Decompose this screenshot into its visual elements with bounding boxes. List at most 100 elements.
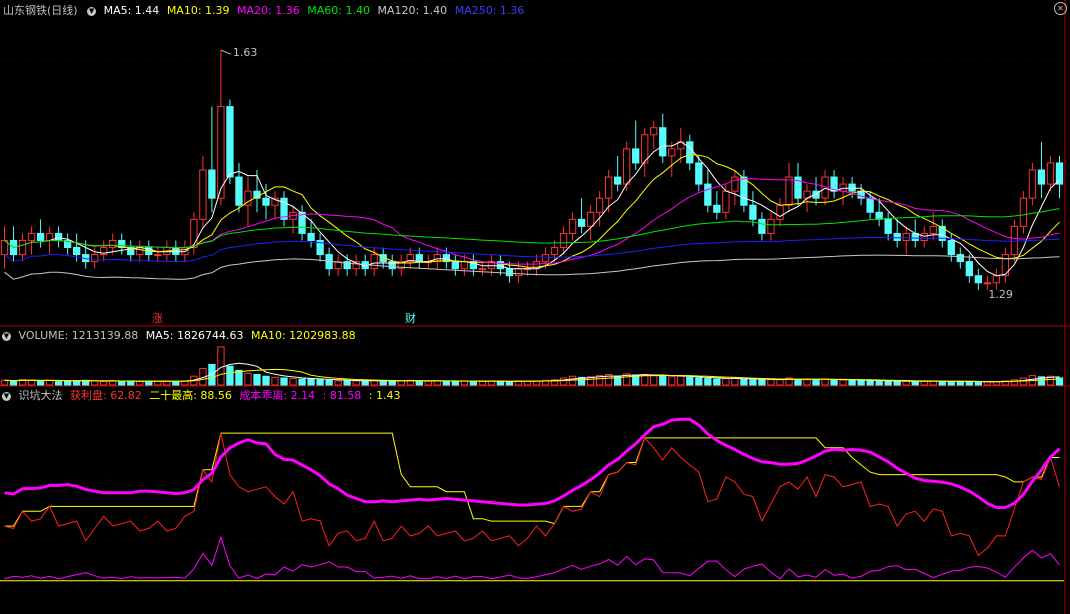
volume-bar: [713, 378, 721, 386]
profit-label: 获利盘: 62.82: [70, 389, 142, 402]
volume-bar: [857, 380, 865, 386]
candle-body: [208, 169, 216, 199]
candle-body: [1028, 169, 1037, 199]
volume-bar: [379, 380, 387, 386]
candle-body: [577, 218, 586, 227]
volume-bar: [794, 378, 802, 386]
chevron-down-icon[interactable]: ▼: [2, 391, 11, 401]
ma250-line: [4, 236, 1060, 263]
volume-bar: [343, 380, 351, 386]
candle-body: [262, 197, 270, 206]
volume-bar: [722, 378, 730, 386]
vol-ma5-label: MA5: 1826744.63: [145, 329, 244, 342]
candle-body: [974, 275, 982, 284]
volume-bar: [821, 378, 829, 386]
volume-bar: [965, 380, 973, 386]
candle-body: [559, 232, 568, 249]
volume-bar: [352, 380, 360, 386]
candle-body: [235, 176, 243, 206]
candle-body: [1046, 162, 1055, 185]
vol-ma10-line: [4, 368, 1060, 382]
high-pointer: [220, 49, 232, 55]
candle-body: [956, 254, 964, 263]
candle-body: [136, 247, 144, 256]
candle-body: [965, 261, 973, 277]
volume-bar: [27, 379, 36, 386]
candle-body: [496, 261, 505, 270]
volume-bar: [100, 380, 108, 386]
candle-body: [902, 232, 910, 241]
candle-body: [1055, 162, 1064, 185]
candle-body: [18, 239, 27, 256]
candle-body: [776, 204, 784, 220]
volume-bar: [45, 379, 54, 386]
volume-bar: [911, 380, 919, 386]
candle-body: [749, 204, 757, 220]
candle-body: [595, 197, 604, 213]
candle-body: [199, 169, 207, 220]
candle-body: [172, 247, 180, 256]
volume-bar: [442, 380, 450, 386]
candle-body: [614, 176, 622, 185]
candle-body: [514, 268, 523, 277]
candle-body: [1019, 197, 1028, 227]
stock-chart[interactable]: 1.63 1.29: [0, 0, 1070, 614]
volume-bar: [956, 381, 964, 386]
volume-bar: [947, 380, 955, 386]
volume-bar: [217, 346, 225, 386]
chevron-down-icon[interactable]: ▼: [2, 331, 11, 341]
candle-body: [740, 176, 748, 206]
volume-bar: [668, 376, 676, 386]
cai-marker[interactable]: 财: [405, 313, 416, 325]
candle-body: [460, 261, 469, 270]
volume-bar: [938, 380, 946, 386]
volume-bar: [659, 375, 667, 386]
stock-title[interactable]: 山东钢铁(日线): [3, 4, 78, 17]
volume-bar: [424, 380, 432, 386]
candle-body: [1010, 225, 1019, 256]
ma250-label: MA250: 1.36: [454, 4, 525, 17]
price-header: 山东钢铁(日线) ▼ MA5: 1.44 MA10: 1.39 MA20: 1.…: [0, 3, 528, 19]
candle-body: [451, 261, 460, 270]
vol-ma10-label: MA10: 1202983.88: [250, 329, 356, 342]
volume-bar: [469, 380, 478, 386]
volume-bar: [289, 378, 297, 386]
volume-bar: [253, 373, 261, 386]
cost-thick-line: [4, 417, 1061, 509]
candle-body: [27, 232, 36, 241]
volume-bar: [226, 365, 234, 386]
volume-bar: [361, 380, 369, 386]
volume-bar: [1010, 379, 1019, 386]
volume-bar: [839, 379, 847, 386]
candle-body: [884, 218, 892, 234]
candle-body: [550, 247, 559, 256]
indicator-name[interactable]: 识坑大法: [19, 389, 63, 402]
volume-label: VOLUME: 1213139.88: [18, 329, 139, 342]
volume-bar: [235, 369, 243, 386]
high20-line: [4, 432, 1060, 527]
candle-body: [704, 183, 712, 206]
candle-body: [758, 218, 766, 234]
ma60-line: [4, 208, 1060, 249]
candle-body: [154, 254, 162, 257]
volume-bar: [325, 379, 333, 386]
close-icon[interactable]: ✕: [1054, 2, 1067, 15]
candle-body: [920, 232, 928, 241]
volume-bar: [559, 377, 568, 386]
candle-body: [226, 106, 234, 178]
indicator-header: ▼ 识坑大法 获利盘: 62.82 二十最高: 88.56 成本乖离: 2.14…: [0, 388, 405, 404]
volume-bar: [848, 379, 856, 386]
candle-body: [785, 176, 793, 206]
volume-bar: [451, 380, 460, 386]
candle-body: [505, 268, 514, 277]
volume-bar: [767, 379, 775, 386]
volume-bar: [262, 375, 270, 386]
candle-body: [650, 127, 658, 136]
volume-bar: [334, 380, 342, 386]
zhang-marker[interactable]: 涨: [152, 313, 163, 325]
ma20-label: MA20: 1.36: [237, 4, 300, 17]
volume-bar: [884, 380, 892, 386]
cost-bias-line: [4, 535, 1060, 580]
chevron-down-icon[interactable]: ▼: [87, 6, 97, 16]
candle-body: [713, 204, 721, 213]
